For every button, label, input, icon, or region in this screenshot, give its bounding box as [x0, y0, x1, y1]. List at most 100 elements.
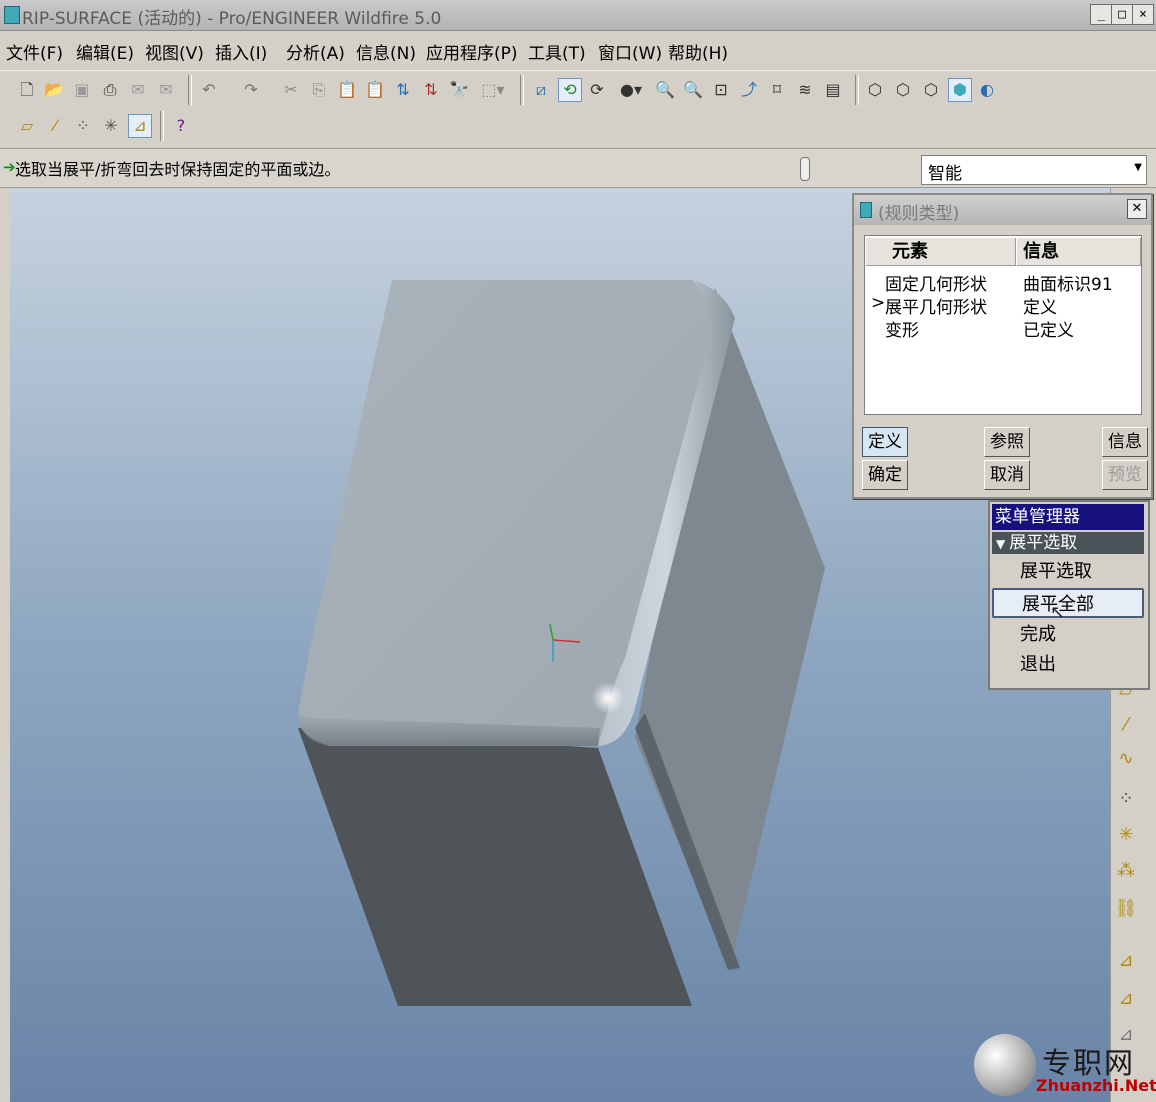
menu-file[interactable]: 文件(F) [6, 39, 63, 64]
menu-edit[interactable]: 编辑(E) [76, 39, 134, 64]
datum-axis-tool-icon[interactable]: ⁄ [1113, 712, 1139, 738]
message-bar: ➔ 选取当展平/折弯回去时保持固定的平面或边。 智能 ▼ [0, 148, 1156, 188]
minimize-button[interactable]: _ [1090, 4, 1112, 25]
dialog-title: (规则类型) [878, 204, 960, 224]
menu-item-flatten-all[interactable]: 展平全部 [992, 588, 1144, 618]
refit-icon[interactable]: ⊡ [710, 79, 732, 101]
new-file-icon[interactable]: 🗋 [16, 79, 38, 101]
menu-applications[interactable]: 应用程序(P) [426, 39, 518, 64]
send-link-icon[interactable]: ✉ [155, 79, 177, 101]
element-table: 元素 信息 固定几何形状 曲面标识91 > 展平几何形状 定义 变形 已定义 [864, 235, 1142, 415]
spin-center-icon[interactable]: ⟲ [558, 78, 582, 102]
shaded-icon[interactable]: ⬢ [948, 78, 972, 102]
sketch-curve-tool-icon[interactable]: ∿ [1113, 746, 1139, 772]
menu-item-flatten-select[interactable]: 展平选取 [992, 557, 1144, 587]
menu-manager: 菜单管理器 ▼ 展平选取 展平选取 展平全部 完成 退出 [988, 500, 1150, 690]
rule-type-dialog: (规则类型) ✕ 元素 信息 固定几何形状 曲面标识91 > 展平几何形状 定义… [852, 193, 1153, 499]
datum-point-tool-icon[interactable]: ⁘ [1113, 786, 1139, 812]
menu-view[interactable]: 视图(V) [145, 39, 204, 64]
send-mail-icon[interactable]: ✉ [127, 79, 149, 101]
sketch-plane-tool-icon[interactable]: ⊿ [1113, 986, 1139, 1012]
watermark-logo-icon [974, 1034, 1036, 1096]
menu-item-done[interactable]: 完成 [992, 620, 1144, 650]
saved-views-icon[interactable]: ⌑ [766, 79, 788, 101]
cut-icon[interactable]: ✂ [280, 79, 302, 101]
regenerate-icon[interactable]: ⇅ [392, 79, 414, 101]
menu-manager-title: 菜单管理器 [992, 504, 1144, 530]
sketch-tool-icon[interactable]: ⊿ [1113, 948, 1139, 974]
prompt-message: 选取当展平/折弯回去时保持固定的平面或边。 [15, 160, 341, 179]
shading-icon[interactable]: ●▾ [614, 79, 648, 101]
repaint-icon[interactable]: ⧄ [530, 79, 552, 101]
ok-button[interactable]: 确定 [862, 460, 908, 490]
zoom-in-icon[interactable]: 🔍 [654, 79, 676, 101]
menu-tools[interactable]: 工具(T) [528, 39, 586, 64]
row-current-marker: > [871, 293, 886, 313]
coord-sys-toggle-icon[interactable]: ✳ [100, 115, 122, 137]
menu-section-label: 展平选取 [1009, 533, 1078, 553]
menu-analysis[interactable]: 分析(A) [286, 39, 345, 64]
annotation-toggle-icon[interactable]: ⊿ [128, 114, 152, 138]
info-button[interactable]: 信息 [1102, 427, 1148, 457]
app-icon [4, 6, 20, 24]
menu-section-header[interactable]: ▼ 展平选取 [992, 532, 1144, 554]
orient-mode-icon[interactable]: ⟳ [586, 79, 608, 101]
view-manager-icon[interactable]: ▤ [822, 79, 844, 101]
row-info: 已定义 [1023, 321, 1074, 341]
reorient-icon[interactable]: ⤴ [738, 79, 760, 101]
context-help-icon[interactable]: ? [170, 115, 192, 137]
menu-window[interactable]: 窗口(W) [598, 39, 662, 64]
coord-sys-tool-icon[interactable]: ✳ [1113, 822, 1139, 848]
front-face [298, 728, 692, 1006]
restore-button[interactable]: □ [1111, 4, 1133, 25]
datum-point-toggle-icon[interactable]: ⁘ [72, 115, 94, 137]
save-icon[interactable]: ▣ [71, 79, 93, 101]
row-info: 定义 [1023, 298, 1057, 318]
row-element[interactable]: 展平几何形状 [885, 293, 987, 318]
paste-icon[interactable]: 📋 [336, 79, 358, 101]
close-icon[interactable]: ✕ [1127, 199, 1147, 219]
zoom-out-icon[interactable]: 🔍 [682, 79, 704, 101]
references-button[interactable]: 参照 [984, 427, 1030, 457]
analysis-tool-icon[interactable]: ⁂ [1113, 858, 1139, 884]
menu-item-quit[interactable]: 退出 [992, 650, 1144, 680]
chain-tool-icon[interactable]: ⛓ [1113, 896, 1139, 922]
hidden-line-icon[interactable]: ⬡ [892, 79, 914, 101]
row-element[interactable]: 固定几何形状 [885, 270, 987, 295]
wireframe-icon[interactable]: ⬡ [864, 79, 886, 101]
cancel-button[interactable]: 取消 [984, 460, 1030, 490]
column-header-element: 元素 [866, 238, 1016, 266]
redo-icon[interactable]: ↷ [240, 79, 262, 101]
regen-manager-icon[interactable]: ⇅ [420, 79, 442, 101]
dialog-title-bar: (规则类型) ✕ [854, 195, 1151, 225]
selection-box-icon[interactable]: ⬚▾ [476, 79, 510, 101]
undo-icon[interactable]: ↶ [198, 79, 220, 101]
prompt-arrow-icon: ➔ [3, 158, 16, 176]
paste-special-icon[interactable]: 📋 [364, 79, 386, 101]
chevron-down-icon: ▼ [1134, 162, 1142, 173]
preview-button[interactable]: 预览 [1102, 460, 1148, 490]
menu-insert[interactable]: 插入(I) [215, 39, 267, 64]
dialog-icon [860, 202, 872, 218]
menu-info[interactable]: 信息(N) [356, 39, 416, 64]
menu-help[interactable]: 帮助(H) [668, 39, 728, 64]
open-file-icon[interactable]: 📂 [43, 79, 65, 101]
selection-filter-select[interactable]: 智能 ▼ [921, 155, 1147, 185]
find-icon[interactable]: 🔭 [448, 79, 470, 101]
selection-filter-value: 智能 [928, 164, 962, 184]
specular-highlight [592, 682, 624, 714]
define-button[interactable]: 定义 [862, 427, 908, 457]
copy-icon[interactable]: ⎘ [308, 79, 330, 101]
no-hidden-icon[interactable]: ⬡ [920, 79, 942, 101]
menu-bar: 文件(F) 编辑(E) 视图(V) 插入(I) 分析(A) 信息(N) 应用程序… [0, 31, 1156, 69]
layers-icon[interactable]: ≋ [794, 79, 816, 101]
row-element[interactable]: 变形 [885, 316, 919, 341]
datum-plane-toggle-icon[interactable]: ⏥ [16, 115, 38, 137]
print-icon[interactable]: ⎙ [99, 79, 121, 101]
appearance-icon[interactable]: ◐ [976, 79, 998, 101]
progress-thermometer-icon [800, 157, 810, 181]
triangle-down-icon: ▼ [996, 537, 1006, 551]
close-window-button[interactable]: × [1132, 4, 1154, 25]
row-info: 曲面标识91 [1023, 275, 1113, 295]
datum-axis-toggle-icon[interactable]: ⁄ [44, 115, 66, 137]
